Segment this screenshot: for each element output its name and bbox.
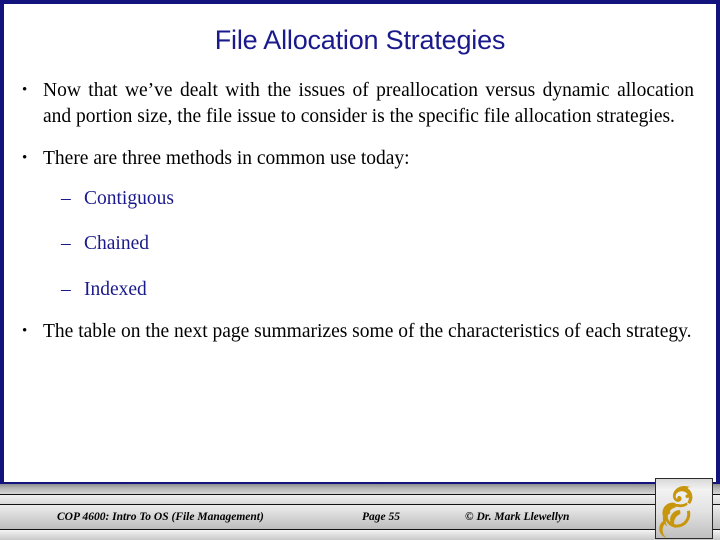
bullet-item: • There are three methods in common use … [0,146,720,172]
sub-bullet-marker: – [61,278,71,300]
footer-copyright: © Dr. Mark Llewellyn [465,511,570,523]
bullet-text: The table on the next page summarizes so… [43,321,692,342]
slide-body: • Now that we’ve dealt with the issues o… [0,78,720,345]
bullet-item: • The table on the next page summarizes … [0,319,720,345]
sub-bullet-marker: – [61,187,71,209]
bullet-text: Now that we’ve dealt with the issues of … [43,80,694,127]
ucf-pegasus-logo [655,478,713,539]
bullet-marker: • [22,323,28,339]
footer-band-bottom [0,530,720,540]
bullet-marker: • [22,82,28,98]
sub-bullet-item: – Indexed [0,277,720,303]
sub-bullet-text: Indexed [84,278,147,300]
slide-footer: COP 4600: Intro To OS (File Management) … [0,484,720,540]
sub-bullet-item: – Chained [0,231,720,257]
sub-bullet-marker: – [61,233,71,254]
sub-bullet-item: – Contiguous [0,186,720,212]
sub-bullet-text: Contiguous [84,187,174,209]
bullet-text: There are three methods in common use to… [43,148,410,169]
slide-title: File Allocation Strategies [214,25,506,55]
footer-page-number: Page 55 [362,511,401,523]
sub-bullet-text: Chained [84,233,149,254]
presentation-slide: File Allocation Strategies • Now that we… [0,0,720,540]
footer-course-label: COP 4600: Intro To OS (File Management) [57,511,264,523]
footer-band-upper [0,495,720,505]
footer-band-top [0,484,720,495]
bullet-marker: • [22,150,28,166]
bullet-item: • Now that we’ve dealt with the issues o… [0,78,720,129]
footer-text-row: COP 4600: Intro To OS (File Management) … [0,505,660,530]
pegasus-icon [659,486,693,538]
